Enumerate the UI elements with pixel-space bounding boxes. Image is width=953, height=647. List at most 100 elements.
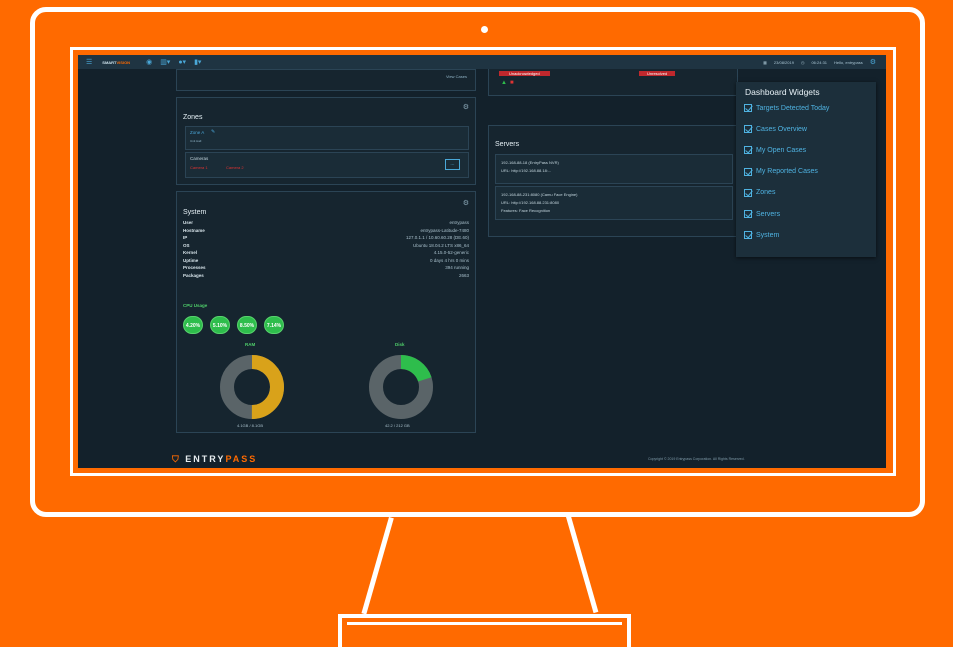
system-row-label: Packages bbox=[183, 272, 204, 278]
server-item-1[interactable]: 192-168-88-18 (EntryPass NVR) URL: http:… bbox=[495, 154, 733, 184]
system-row-value: 127.0.1.1 / 10.60.60.28 (DE.60) bbox=[405, 235, 469, 240]
widget-toggle-system[interactable]: System bbox=[744, 231, 780, 240]
checkbox-checked-icon[interactable] bbox=[744, 210, 752, 218]
unacknowledged-badge: Unacknowledged bbox=[499, 71, 550, 76]
system-row-value: 0 days 4 hrs 0 mins bbox=[429, 257, 469, 263]
system-row-value: entrypass bbox=[449, 220, 469, 225]
widget-toggle-my-open-cases[interactable]: My Open Cases bbox=[744, 146, 807, 155]
calendar-icon: ▦ bbox=[763, 59, 767, 65]
system-row-label: User bbox=[183, 220, 194, 225]
view-cases-link[interactable]: View Cases bbox=[446, 74, 467, 79]
unresolved-badge: Unresolved bbox=[639, 71, 676, 76]
cases-panel-fragment: View Cases bbox=[176, 69, 476, 91]
webcam-dot bbox=[481, 26, 488, 33]
widget-toggle-label: Targets Detected Today bbox=[756, 104, 830, 112]
cameras-label: Cameras bbox=[190, 156, 209, 161]
system-row-value: entrypass-Latitude-7480 bbox=[420, 227, 469, 233]
checkbox-checked-icon[interactable] bbox=[744, 188, 752, 197]
zone-name-link[interactable]: Zone A bbox=[190, 130, 204, 135]
date-text: 23/08/2019 bbox=[773, 59, 794, 65]
cameras-card: Cameras Camera 1 Camera 2 ... bbox=[185, 152, 469, 178]
system-settings-icon[interactable]: ⚙ bbox=[463, 199, 469, 207]
ram-value: 4.1GB / 8.1GB bbox=[237, 423, 264, 428]
servers-panel: Servers 192-168-88-18 (EntryPass NVR) UR… bbox=[488, 125, 738, 237]
footer-copyright: Copyright © 2019 Entrypass Corporation. … bbox=[648, 457, 745, 461]
widget-toggle-my-reported-cases[interactable]: My Reported Cases bbox=[744, 167, 818, 176]
server-2-name: 192-168-88-231:8080 (Camu Face Engine) bbox=[501, 192, 578, 197]
alerts-menu-icon[interactable]: ●▾ bbox=[178, 58, 186, 66]
widget-toggle-label: My Reported Cases bbox=[756, 168, 818, 176]
widget-toggle-cases-overview[interactable]: Cases Overview bbox=[744, 125, 807, 134]
system-row-value: 4.15.0-52-generic bbox=[433, 250, 469, 255]
checkbox-checked-icon[interactable] bbox=[744, 125, 752, 134]
error-icon: ■ bbox=[510, 80, 514, 86]
dashboard-icon[interactable]: ◉ bbox=[146, 58, 152, 66]
system-row-value: 2663 bbox=[458, 272, 469, 278]
servers-title: Servers bbox=[495, 141, 520, 148]
server-2-features: Features: Face Recognition bbox=[501, 208, 551, 213]
zones-settings-icon[interactable]: ⚙ bbox=[463, 103, 469, 111]
checkbox-checked-icon[interactable] bbox=[744, 231, 752, 240]
checkbox-checked-icon[interactable] bbox=[744, 167, 752, 176]
top-navbar: ☰ SMARTVISION ◉ ▥▾ ●▾ ▮▾ ▦ 23/08/2019 ◷ … bbox=[78, 55, 886, 69]
cpu-core-3: 8.50% bbox=[237, 316, 257, 334]
camera-1-link[interactable]: Camera 1 bbox=[190, 165, 208, 170]
entrypass-logo: ⛉ ENTRYPASS bbox=[172, 454, 258, 464]
more-cameras-button[interactable]: ... bbox=[445, 159, 460, 170]
widget-toggle-targets-detected-today[interactable]: Targets Detected Today bbox=[744, 104, 829, 112]
map-menu-icon[interactable]: ▥▾ bbox=[160, 58, 170, 66]
menu-icon[interactable]: ☰ bbox=[86, 58, 92, 66]
widget-toggle-label: Cases Overview bbox=[756, 125, 807, 133]
system-row-label: Kernel bbox=[183, 250, 198, 255]
system-row-label: Uptime bbox=[183, 257, 199, 263]
widget-toggle-label: System bbox=[756, 231, 780, 239]
server-1-url: URL: http://192.168.88.18:... bbox=[501, 168, 552, 173]
logo-mark-icon: ⛉ bbox=[172, 454, 186, 464]
dashboard-widgets-menu: Dashboard Widgets Targets Detected Today… bbox=[736, 82, 876, 257]
disk-donut-chart bbox=[369, 355, 433, 419]
disk-value: 42.2 / 212 GB bbox=[385, 423, 410, 428]
checkbox-checked-icon[interactable] bbox=[744, 104, 752, 112]
system-row-label: Hostname bbox=[183, 227, 205, 233]
widgets-menu-title: Dashboard Widgets bbox=[745, 87, 820, 97]
widget-toggle-zones[interactable]: Zones bbox=[744, 188, 776, 197]
system-row-value: 394 running bbox=[445, 265, 469, 270]
zone-card: Zone A ✎ Unit Hall bbox=[185, 126, 469, 150]
brand-logo[interactable]: SMARTVISION bbox=[102, 60, 130, 65]
system-row-label: OS bbox=[183, 242, 190, 248]
user-menu[interactable]: Hello, entrypass bbox=[834, 60, 863, 65]
widget-toggle-servers[interactable]: Servers bbox=[744, 210, 780, 218]
cpu-core-2: 5.10% bbox=[210, 316, 230, 334]
clock-icon: ◷ bbox=[800, 59, 805, 65]
system-row-label: Processes bbox=[183, 265, 206, 270]
server-1-name: 192-168-88-18 (EntryPass NVR) bbox=[501, 160, 559, 165]
cpu-usage-label: CPU Usage bbox=[183, 303, 208, 308]
zones-title: Zones bbox=[183, 114, 203, 121]
disk-label: Disk bbox=[395, 342, 405, 347]
cpu-core-1: 4.20% bbox=[183, 316, 203, 334]
widget-toggle-label: Servers bbox=[756, 210, 781, 218]
monitor-stand-right bbox=[566, 515, 599, 614]
server-item-2[interactable]: 192-168-88-231:8080 (Camu Face Engine) U… bbox=[495, 186, 733, 220]
monitor-base-inner bbox=[347, 622, 622, 647]
warning-icon: ▲ bbox=[501, 80, 507, 86]
widgets-gear-icon[interactable]: ⚙ bbox=[870, 58, 876, 66]
users-menu-icon[interactable]: ▮▾ bbox=[194, 58, 201, 66]
server-2-url: URL: http://192.168.88.231:8080 bbox=[501, 200, 560, 205]
system-row-label: IP bbox=[183, 235, 188, 240]
checkbox-checked-icon[interactable] bbox=[744, 146, 752, 155]
ram-label: RAM bbox=[245, 342, 256, 347]
zones-panel: Zones ⚙ Zone A ✎ Unit Hall Cameras Camer… bbox=[176, 97, 476, 185]
system-row-value: Ubuntu 18.04.2 LTS x86_64 bbox=[413, 242, 469, 248]
widget-toggle-label: Zones bbox=[756, 189, 776, 197]
system-title: System bbox=[183, 209, 207, 216]
system-panel: System ⚙ User entrypass Hostname entrypass-… bbox=[176, 191, 476, 433]
widget-toggle-label: My Open Cases bbox=[756, 146, 807, 154]
ram-donut-chart bbox=[220, 355, 284, 419]
zone-subtitle: Unit Hall bbox=[190, 139, 202, 143]
camera-2-link[interactable]: Camera 2 bbox=[226, 165, 244, 170]
time-text: 06:24:31 bbox=[811, 59, 828, 65]
cases-overview-fragment: Unacknowledged Unresolved ▲ ■ bbox=[488, 69, 738, 96]
cpu-core-4: 7.14% bbox=[264, 316, 284, 334]
edit-zone-icon[interactable]: ✎ bbox=[211, 129, 215, 135]
